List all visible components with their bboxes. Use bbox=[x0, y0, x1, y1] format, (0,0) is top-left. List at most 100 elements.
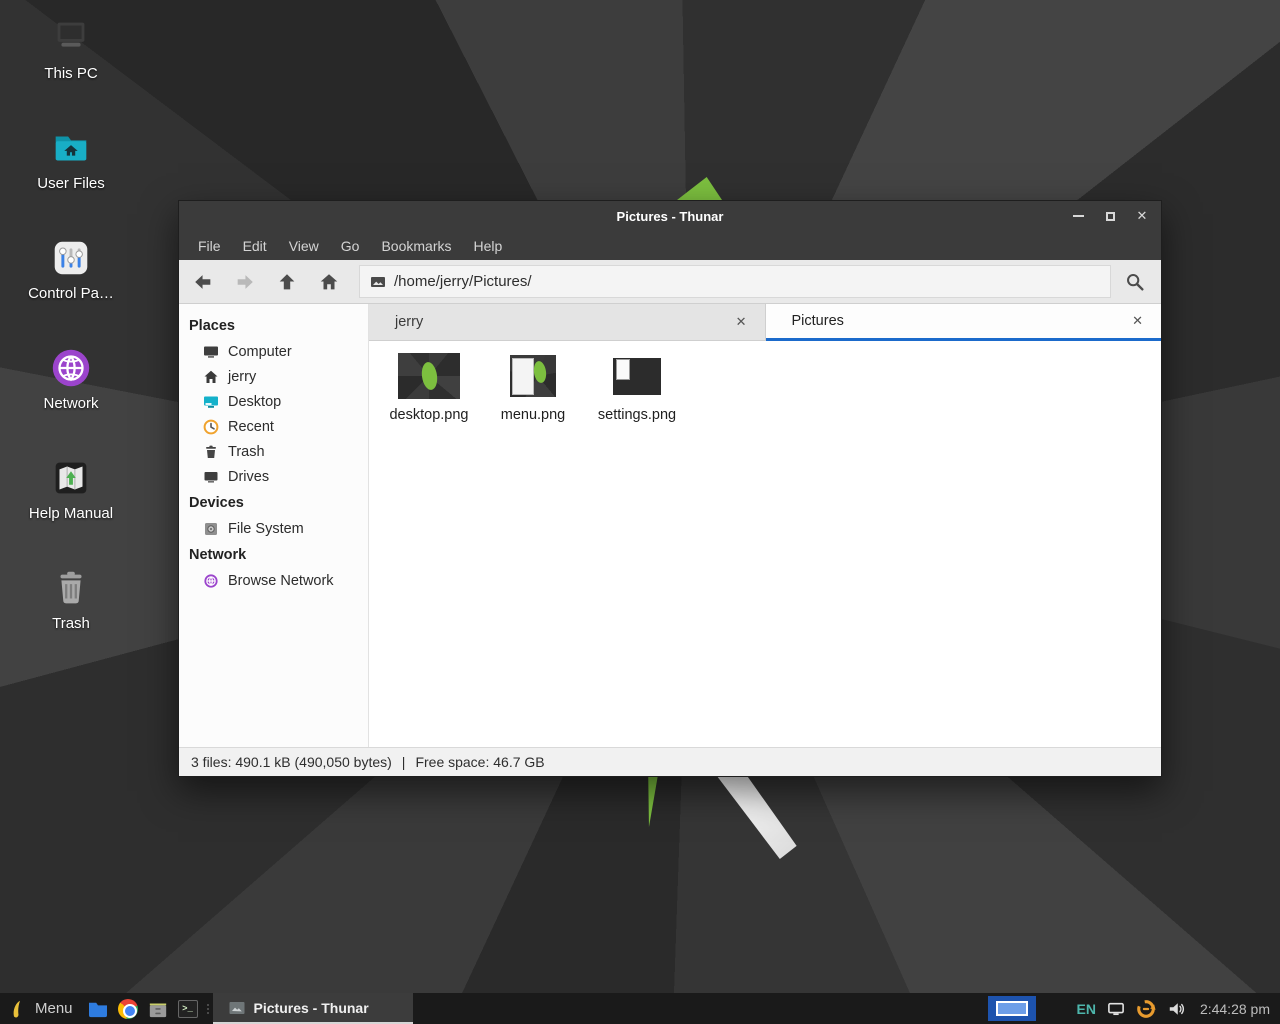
image-icon bbox=[370, 274, 386, 290]
sidebar-item-label: Desktop bbox=[228, 394, 281, 410]
desktop-icon-label: This PC bbox=[44, 65, 97, 82]
network-globe-icon bbox=[47, 344, 95, 392]
search-button[interactable] bbox=[1113, 264, 1157, 300]
sidebar-header-network: Network bbox=[179, 541, 368, 568]
sidebar-item-file-system[interactable]: File System bbox=[179, 516, 368, 541]
sidebar-item-desktop[interactable]: Desktop bbox=[179, 389, 368, 414]
back-button[interactable] bbox=[183, 264, 223, 300]
forward-button[interactable] bbox=[225, 264, 265, 300]
home-icon bbox=[202, 368, 219, 385]
sidebar: Places Computer jerry Desktop Recent Tra… bbox=[179, 304, 369, 747]
tab-close-icon[interactable]: ✕ bbox=[1128, 311, 1147, 331]
tab-close-icon[interactable]: ✕ bbox=[732, 312, 751, 332]
file-manager-launcher[interactable] bbox=[83, 993, 113, 1024]
window-title: Pictures - Thunar bbox=[617, 209, 724, 224]
sidebar-item-drives[interactable]: Drives bbox=[179, 464, 368, 489]
trash-can-icon bbox=[47, 564, 95, 612]
desktop-icon-label: Help Manual bbox=[29, 505, 113, 522]
update-notifier-icon[interactable] bbox=[1136, 999, 1156, 1019]
chrome-icon bbox=[118, 999, 138, 1019]
up-arrow-icon bbox=[276, 271, 298, 293]
minimize-button[interactable] bbox=[1067, 205, 1089, 227]
maximize-button[interactable] bbox=[1099, 205, 1121, 227]
menu-view[interactable]: View bbox=[278, 233, 330, 259]
control-panel-icon bbox=[47, 234, 95, 282]
menu-help[interactable]: Help bbox=[463, 233, 514, 259]
taskbar: Menu >_ Pictures - Thunar EN 2:44:28 pm bbox=[0, 993, 1280, 1024]
clock[interactable]: 2:44:28 pm bbox=[1196, 1001, 1270, 1017]
home-button[interactable] bbox=[309, 264, 349, 300]
desktop-icon-trash[interactable]: Trash bbox=[14, 564, 128, 632]
menu-bookmarks[interactable]: Bookmarks bbox=[370, 233, 462, 259]
desktop-icon-this-pc[interactable]: This PC bbox=[14, 14, 128, 82]
wallpaper-white-blade bbox=[716, 777, 800, 859]
window-titlebar[interactable]: Pictures - Thunar ✕ bbox=[179, 201, 1161, 231]
forward-arrow-icon bbox=[234, 271, 256, 293]
panel-grip bbox=[203, 993, 213, 1024]
terminal-launcher[interactable]: >_ bbox=[173, 993, 203, 1024]
desktop-icon-network[interactable]: Network bbox=[14, 344, 128, 412]
desktop-icon-label: Trash bbox=[52, 615, 90, 632]
system-tray: EN 2:44:28 pm bbox=[1076, 999, 1280, 1019]
browser-launcher[interactable] bbox=[113, 993, 143, 1024]
window-controls: ✕ bbox=[1067, 201, 1153, 231]
menu-label: Menu bbox=[35, 1000, 73, 1017]
thunar-window: Pictures - Thunar ✕ File Edit View Go Bo… bbox=[178, 200, 1162, 777]
file-cabinet-icon bbox=[147, 999, 169, 1019]
image-icon bbox=[229, 1001, 245, 1015]
search-icon bbox=[1124, 271, 1146, 293]
path-bar[interactable]: /home/jerry/Pictures/ bbox=[359, 265, 1111, 298]
sidebar-item-label: jerry bbox=[228, 369, 256, 385]
sidebar-header-devices: Devices bbox=[179, 489, 368, 516]
desktop-icon-label: Network bbox=[43, 395, 98, 412]
help-manual-icon bbox=[47, 454, 95, 502]
sidebar-item-computer[interactable]: Computer bbox=[179, 339, 368, 364]
path-text: /home/jerry/Pictures/ bbox=[394, 273, 532, 290]
status-files-summary: 3 files: 490.1 kB (490,050 bytes) bbox=[191, 754, 392, 770]
menu-file[interactable]: File bbox=[187, 233, 232, 259]
start-menu-button[interactable]: Menu bbox=[0, 993, 83, 1024]
wallpaper-green-triangle bbox=[677, 177, 722, 200]
tab-pictures[interactable]: Pictures ✕ bbox=[766, 304, 1162, 341]
archive-launcher[interactable] bbox=[143, 993, 173, 1024]
laptop-icon bbox=[47, 14, 95, 62]
back-arrow-icon bbox=[192, 271, 214, 293]
file-settings-png[interactable]: settings.png bbox=[587, 349, 687, 423]
home-icon bbox=[318, 271, 340, 293]
settings-png-thumbnail bbox=[613, 358, 661, 395]
home-folder-icon bbox=[47, 124, 95, 172]
task-button-thunar[interactable]: Pictures - Thunar bbox=[213, 993, 413, 1024]
content-pane: jerry ✕ Pictures ✕ desktop.png menu.png bbox=[369, 304, 1161, 747]
sidebar-item-recent[interactable]: Recent bbox=[179, 414, 368, 439]
menu-go[interactable]: Go bbox=[330, 233, 371, 259]
sidebar-item-trash[interactable]: Trash bbox=[179, 439, 368, 464]
file-name: menu.png bbox=[501, 407, 566, 423]
desktop-icon-user-files[interactable]: User Files bbox=[14, 124, 128, 192]
volume-icon[interactable] bbox=[1167, 1001, 1185, 1017]
keyboard-layout-indicator[interactable]: EN bbox=[1076, 1001, 1095, 1017]
display-tray-icon[interactable] bbox=[1107, 1001, 1125, 1017]
workspace-switcher[interactable] bbox=[988, 996, 1036, 1021]
desktop-monitor-icon bbox=[202, 393, 219, 410]
file-desktop-png[interactable]: desktop.png bbox=[379, 349, 479, 423]
drives-icon bbox=[202, 468, 219, 485]
sidebar-item-label: Computer bbox=[228, 344, 292, 360]
desktop-png-thumbnail bbox=[398, 353, 460, 399]
desktop-icon-control-panel[interactable]: Control Pa… bbox=[14, 234, 128, 302]
sidebar-item-jerry[interactable]: jerry bbox=[179, 364, 368, 389]
close-icon: ✕ bbox=[1137, 208, 1148, 224]
up-button[interactable] bbox=[267, 264, 307, 300]
toolbar: /home/jerry/Pictures/ bbox=[179, 260, 1161, 304]
trash-can-icon bbox=[202, 443, 219, 460]
file-menu-png[interactable]: menu.png bbox=[483, 349, 583, 423]
desktop-icon-help-manual[interactable]: Help Manual bbox=[14, 454, 128, 522]
tab-jerry[interactable]: jerry ✕ bbox=[369, 304, 766, 341]
sidebar-item-label: Drives bbox=[228, 469, 269, 485]
sidebar-item-browse-network[interactable]: Browse Network bbox=[179, 568, 368, 593]
task-button-label: Pictures - Thunar bbox=[254, 1000, 369, 1016]
file-manager-icon bbox=[87, 1000, 109, 1018]
menu-edit[interactable]: Edit bbox=[232, 233, 278, 259]
tab-bar: jerry ✕ Pictures ✕ bbox=[369, 304, 1161, 341]
close-button[interactable]: ✕ bbox=[1131, 205, 1153, 227]
filesystem-drive-icon bbox=[202, 520, 219, 537]
